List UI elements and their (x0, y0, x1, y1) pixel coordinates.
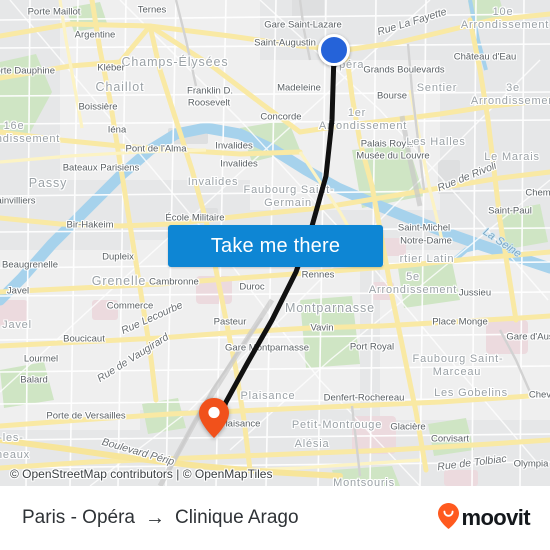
take-me-there-label: Take me there (210, 234, 341, 257)
trip-summary: Paris - Opéra → Clinique Arago (22, 507, 299, 529)
map-pin-icon (199, 398, 229, 438)
map-viewport[interactable]: Porte Maillot Ternes Gare Saint-Lazare Rue … (0, 0, 550, 486)
trip-origin-label: Paris - Opéra (22, 507, 135, 528)
map-attribution[interactable]: © OpenStreetMap contributors | © OpenMap… (10, 467, 272, 481)
take-me-there-button[interactable]: Take me there (168, 225, 383, 267)
destination-marker-clinique-arago[interactable] (199, 398, 229, 438)
trip-destination-label: Clinique Arago (174, 507, 299, 528)
moovit-logo[interactable]: moovit (438, 502, 531, 534)
trip-arrow-icon: → (144, 507, 165, 529)
trip-footer-bar: Paris - Opéra → Clinique Arago moovit (0, 486, 550, 550)
moovit-trip-map-screen: Porte Maillot Ternes Gare Saint-Lazare Rue … (0, 0, 550, 550)
moovit-pin-glyph (438, 502, 460, 529)
origin-marker-paris-opera[interactable] (318, 34, 350, 66)
moovit-pin-icon (438, 502, 460, 534)
moovit-wordmark: moovit (461, 505, 530, 530)
